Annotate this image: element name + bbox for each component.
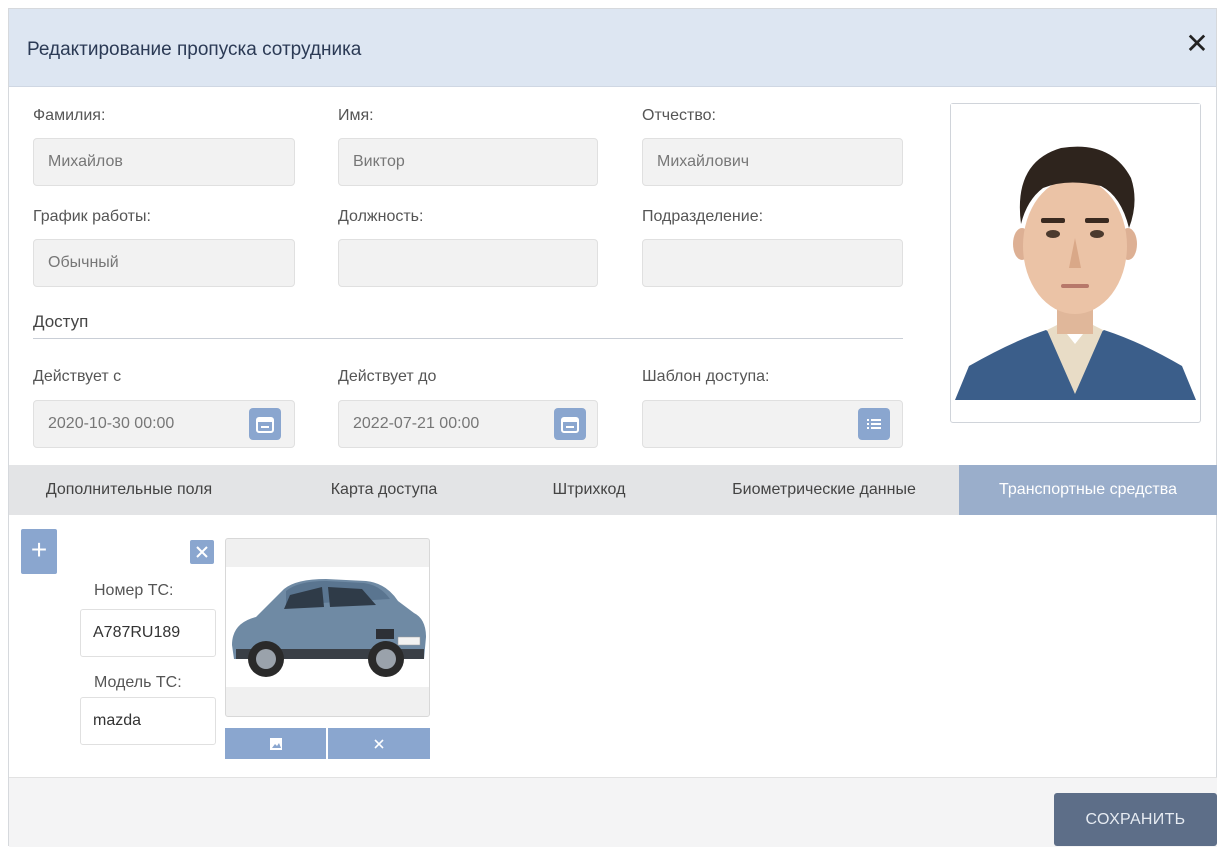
first-name-field[interactable]: Виктор: [338, 138, 598, 186]
dialog-title: Редактирование пропуска сотрудника: [27, 39, 362, 60]
tab-access-card[interactable]: Карта доступа: [269, 465, 499, 515]
model-field[interactable]: mazda: [80, 697, 216, 745]
delete-photo-button[interactable]: [328, 728, 430, 759]
position-label: Должность:: [338, 208, 424, 225]
calendar-icon[interactable]: [249, 408, 281, 440]
tab-barcode[interactable]: Штрихкод: [489, 465, 689, 515]
dialog-footer: [9, 777, 1217, 847]
department-field[interactable]: [642, 239, 903, 287]
valid-from-label: Действует с: [33, 368, 122, 385]
access-section-title: Доступ: [33, 312, 89, 331]
last-name-field[interactable]: Михайлов: [33, 138, 295, 186]
employee-photo[interactable]: [950, 103, 1201, 423]
last-name-label: Фамилия:: [33, 107, 106, 124]
tab-additional-fields[interactable]: Дополнительные поля: [9, 465, 249, 515]
tab-bar: Дополнительные поля Карта доступа Штрихк…: [9, 465, 1217, 515]
schedule-label: График работы:: [33, 208, 151, 225]
remove-vehicle-button[interactable]: [190, 540, 214, 564]
tab-vehicles[interactable]: Транспортные средства: [959, 465, 1217, 515]
first-name-label: Имя:: [338, 107, 374, 124]
department-label: Подразделение:: [642, 208, 764, 225]
position-field[interactable]: [338, 239, 598, 287]
tab-biometric-data[interactable]: Биометрические данные: [689, 465, 959, 515]
plate-field[interactable]: A787RU189: [80, 609, 216, 657]
schedule-field[interactable]: Обычный: [33, 239, 295, 287]
save-button[interactable]: СОХРАНИТЬ: [1054, 793, 1217, 846]
car-image: [226, 567, 429, 687]
valid-to-label: Действует до: [338, 368, 437, 385]
plate-label: Номер ТС:: [94, 582, 174, 599]
section-divider: [33, 338, 903, 339]
close-icon[interactable]: ✕: [1182, 29, 1212, 59]
upload-photo-button[interactable]: [225, 728, 326, 759]
edit-pass-dialog: Редактирование пропуска сотрудника ✕ Фам…: [8, 8, 1217, 847]
vehicle-photo[interactable]: [225, 538, 430, 717]
dialog-header: Редактирование пропуска сотрудника ✕: [9, 9, 1216, 87]
calendar-icon[interactable]: [554, 408, 586, 440]
model-label: Модель ТС:: [94, 674, 182, 691]
add-vehicle-button[interactable]: +: [21, 529, 57, 574]
patronymic-label: Отчество:: [642, 107, 716, 124]
patronymic-field[interactable]: Михайлович: [642, 138, 903, 186]
template-label: Шаблон доступа:: [642, 368, 770, 385]
list-icon[interactable]: [858, 408, 890, 440]
